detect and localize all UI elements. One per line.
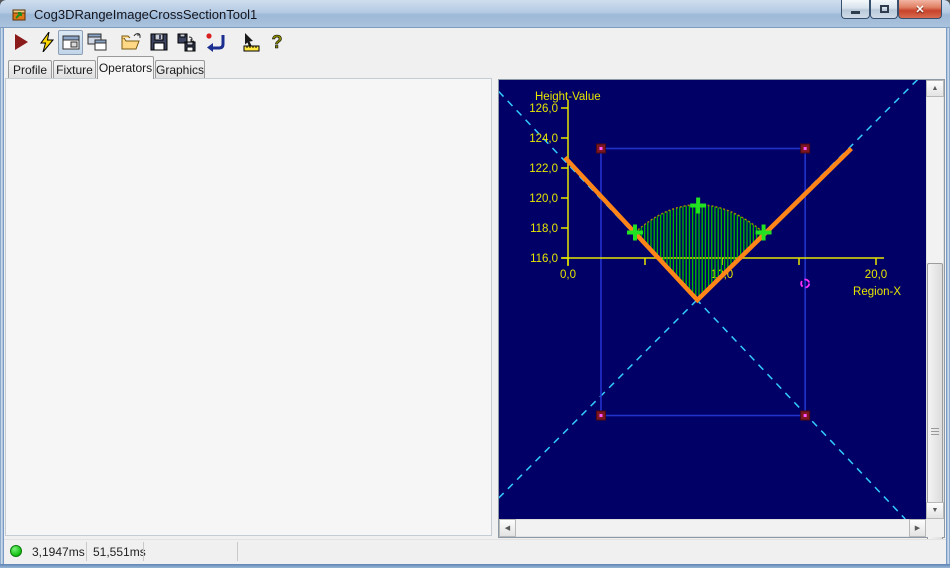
execution-time: 3,1947ms bbox=[32, 545, 85, 559]
window-border-right bbox=[946, 28, 950, 568]
float-window-icon bbox=[87, 33, 107, 51]
chart-y-tick-label: 116,0 bbox=[530, 253, 558, 265]
display-vscroll-down-button[interactable]: ▼ bbox=[926, 502, 944, 519]
statusbar-separator bbox=[143, 542, 144, 561]
pointer-ruler-icon bbox=[243, 33, 260, 52]
tab-profile[interactable]: Profile bbox=[8, 60, 52, 79]
display-hscroll-right-button[interactable]: ▶ bbox=[909, 519, 926, 537]
app-icon[interactable] bbox=[11, 6, 27, 22]
operators-tab-page bbox=[5, 78, 492, 536]
close-icon: ✕ bbox=[915, 3, 925, 16]
show-result-window-button[interactable] bbox=[58, 30, 83, 55]
position-tool-button[interactable] bbox=[240, 31, 262, 53]
chart-x-tick-label: 20,0 bbox=[865, 269, 887, 281]
close-button[interactable]: ✕ bbox=[898, 0, 942, 19]
profile-chart[interactable]: 126,0124,0122,0120,0118,0116,00,0 10,0 20,… bbox=[499, 80, 926, 519]
save-file-button[interactable] bbox=[148, 31, 170, 53]
chart-corner-marker-dot bbox=[599, 147, 603, 150]
display-scroll-corner bbox=[926, 519, 944, 537]
chart-y-tick-label: 124,0 bbox=[529, 133, 558, 145]
window-border-left bbox=[0, 28, 4, 568]
chart-y-tick-label: 118,0 bbox=[530, 223, 558, 235]
reset-icon bbox=[206, 33, 225, 52]
window-title: Cog3DRangeImageCrossSectionTool1 bbox=[34, 7, 258, 22]
svg-text:?: ? bbox=[272, 32, 283, 52]
display-hscroll-left-button[interactable]: ◀ bbox=[499, 519, 516, 537]
chart-x-tick-label: 0,0 bbox=[560, 269, 576, 281]
save-file-as-button[interactable] bbox=[176, 31, 198, 53]
chart-corner-marker-dot bbox=[803, 414, 807, 417]
minimize-button[interactable] bbox=[841, 0, 870, 19]
app-window: Cog3DRangeImageCrossSectionTool1 ✕ ? Pro… bbox=[0, 0, 950, 568]
trigger-button[interactable] bbox=[36, 31, 58, 53]
chart-y-axis-title: Height-Value bbox=[535, 91, 601, 103]
maximize-icon bbox=[879, 5, 889, 13]
statusbar-separator bbox=[237, 542, 238, 561]
save-icon bbox=[150, 33, 168, 51]
statusbar-separator bbox=[86, 542, 87, 561]
display-hscrollbar[interactable] bbox=[499, 519, 926, 537]
minimize-icon bbox=[851, 10, 860, 14]
total-time: 51,551ms bbox=[93, 545, 146, 559]
chart-y-tick-label: 120,0 bbox=[529, 193, 558, 205]
display-vscroll-up-button[interactable]: ▲ bbox=[926, 80, 944, 97]
open-folder-icon bbox=[121, 33, 141, 50]
help-icon: ? bbox=[271, 32, 283, 52]
lightning-icon bbox=[40, 32, 55, 52]
save-as-icon bbox=[177, 33, 196, 51]
run-button[interactable] bbox=[10, 31, 32, 53]
run-status-light bbox=[10, 545, 22, 557]
chart-y-tick-label: 126,0 bbox=[529, 103, 558, 115]
run-icon bbox=[15, 34, 28, 50]
window-border-bottom bbox=[0, 564, 950, 568]
chart-y-tick-label: 122,0 bbox=[529, 163, 558, 175]
tab-fixture[interactable]: Fixture bbox=[53, 60, 96, 79]
title-bar[interactable]: Cog3DRangeImageCrossSectionTool1 bbox=[0, 0, 950, 28]
open-file-button[interactable] bbox=[120, 31, 142, 53]
reset-button[interactable] bbox=[204, 31, 226, 53]
maximize-button[interactable] bbox=[870, 0, 898, 19]
chart-corner-marker-dot bbox=[803, 147, 807, 150]
tab-operators[interactable]: Operators bbox=[97, 56, 154, 79]
float-result-window-button[interactable] bbox=[86, 31, 108, 53]
chart-corner-marker-dot bbox=[599, 414, 603, 417]
result-window-icon bbox=[62, 35, 79, 49]
help-button[interactable]: ? bbox=[266, 31, 288, 53]
tab-graphics[interactable]: Graphics bbox=[155, 60, 205, 79]
chart-x-axis-title: Region-X bbox=[853, 286, 901, 298]
